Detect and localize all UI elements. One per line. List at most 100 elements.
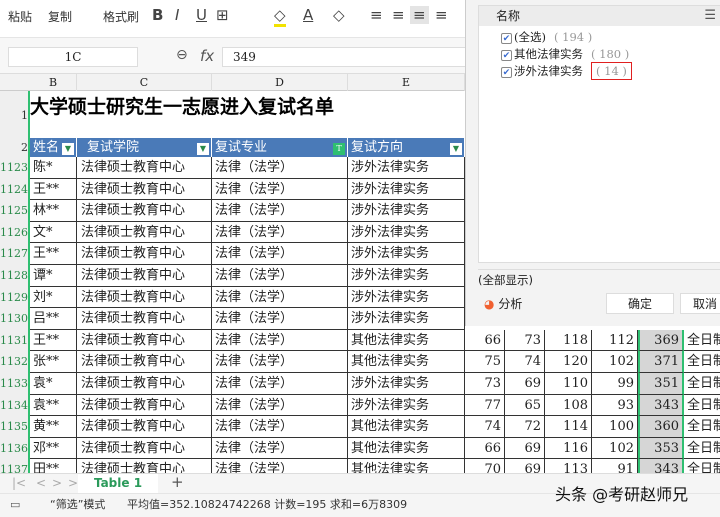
row-header[interactable]: 1131 <box>0 334 28 347</box>
align-right-icon[interactable]: ≡ <box>410 6 429 24</box>
cell-total-selected[interactable]: 351 <box>638 373 684 395</box>
filter-item-other[interactable]: ✔ 其他法律实务 ( 180 ) <box>501 46 629 62</box>
cell-score[interactable]: 75 <box>465 351 505 373</box>
header-direction[interactable]: 复试方向 ▼ <box>348 138 465 157</box>
cell-major[interactable]: 法律（法学） <box>212 286 348 309</box>
fill-color-button[interactable]: ◇ <box>274 6 286 27</box>
menu-icon[interactable]: ☰ <box>704 8 716 23</box>
cell-name[interactable]: 黄** <box>30 416 77 438</box>
cell-score[interactable]: 108 <box>545 394 592 417</box>
show-all-label[interactable]: (全部显示) <box>478 269 720 288</box>
cell-college[interactable]: 法律硕士教育中心 <box>77 243 212 265</box>
cell-direction[interactable]: 其他法律实务 <box>348 351 465 373</box>
format-painter-button[interactable]: 格式刷 <box>103 8 139 25</box>
filter-item-select-all[interactable]: ✔ (全选) ( 194 ) <box>501 29 592 45</box>
ok-button[interactable]: 确定 <box>606 293 674 314</box>
cancel-button[interactable]: 取消 <box>680 293 720 314</box>
cell-major[interactable]: 法律（法学） <box>212 416 348 438</box>
row-header[interactable]: 1132 <box>0 355 28 368</box>
cell-college[interactable]: 法律硕士教育中心 <box>77 437 212 460</box>
cell-name[interactable]: 文* <box>30 221 77 244</box>
cell-major[interactable]: 法律（法学） <box>212 308 348 330</box>
cell-direction[interactable]: 涉外法律实务 <box>348 394 465 417</box>
cell-major[interactable]: 法律（法学） <box>212 351 348 373</box>
cell-study-type[interactable]: 全日制 <box>684 395 720 417</box>
cell-college[interactable]: 法律硕士教育中心 <box>77 308 212 330</box>
underline-button[interactable]: U <box>196 6 207 24</box>
borders-button[interactable]: ⊞ <box>216 6 229 24</box>
cell-name[interactable]: 吕** <box>30 308 77 330</box>
cell-score[interactable]: 69 <box>505 373 545 395</box>
cell-score[interactable]: 77 <box>465 394 505 417</box>
row-header[interactable]: 1135 <box>0 420 28 433</box>
cell-college[interactable]: 法律硕士教育中心 <box>77 221 212 244</box>
cell-name[interactable]: 陈* <box>30 157 77 179</box>
row-header-2[interactable]: 2 <box>0 141 28 154</box>
cell-study-type[interactable]: 全日制 <box>684 416 720 438</box>
cell-score[interactable]: 73 <box>465 373 505 395</box>
cell-total-selected[interactable]: 371 <box>638 351 684 373</box>
row-header-1[interactable]: 1 <box>0 109 28 122</box>
cell-score[interactable]: 114 <box>545 416 592 438</box>
cell-score[interactable]: 66 <box>465 329 505 352</box>
cell-college[interactable]: 法律硕士教育中心 <box>77 351 212 373</box>
cell-score[interactable]: 118 <box>545 329 592 352</box>
filter-active-icon[interactable]: T <box>333 143 345 155</box>
clear-button[interactable]: ◇ <box>333 6 345 24</box>
header-name[interactable]: 姓名 ▼ <box>30 138 77 157</box>
sheet-title[interactable]: 大学硕士研究生一志愿进入复试名单 <box>30 92 334 119</box>
add-sheet-button[interactable]: + <box>171 473 184 491</box>
cell-direction[interactable]: 其他法律实务 <box>348 437 465 460</box>
cell-direction[interactable]: 涉外法律实务 <box>348 243 465 265</box>
cell-score[interactable]: 69 <box>505 437 545 460</box>
checkbox-checked-icon[interactable]: ✔ <box>501 33 512 44</box>
cell-direction[interactable]: 其他法律实务 <box>348 329 465 352</box>
cell-major[interactable]: 法律（法学） <box>212 178 348 201</box>
paste-button[interactable]: 粘贴 <box>8 8 32 25</box>
cell-college[interactable]: 法律硕士教育中心 <box>77 265 212 287</box>
cell-major[interactable]: 法律（法学） <box>212 373 348 395</box>
cell-name[interactable]: 邓** <box>30 437 77 460</box>
cell-score[interactable]: 99 <box>592 373 638 395</box>
cell-score[interactable]: 66 <box>465 437 505 460</box>
cell-name[interactable]: 刘* <box>30 286 77 309</box>
cell-major[interactable]: 法律（法学） <box>212 200 348 222</box>
cell-total-selected[interactable]: 369 <box>638 329 684 352</box>
cell-score[interactable]: 120 <box>545 351 592 373</box>
cell-direction[interactable]: 涉外法律实务 <box>348 373 465 395</box>
cell-study-type[interactable]: 全日制 <box>684 373 720 395</box>
row-header[interactable]: 1123 <box>0 161 28 174</box>
cell-total-selected[interactable]: 360 <box>638 416 684 438</box>
cell-score[interactable]: 74 <box>505 351 545 373</box>
cell-score[interactable]: 102 <box>592 437 638 460</box>
cell-score[interactable]: 116 <box>545 437 592 460</box>
cell-name[interactable]: 王** <box>30 243 77 265</box>
align-left-icon[interactable]: ≡ <box>370 6 383 24</box>
row-header[interactable]: 1133 <box>0 377 28 390</box>
row-header[interactable]: 1124 <box>0 183 28 196</box>
analyze-button[interactable]: ◕ 分析 <box>484 295 522 312</box>
cell-name[interactable]: 袁* <box>30 373 77 395</box>
status-icon[interactable]: ▭ <box>10 494 20 516</box>
column-header-b[interactable]: B <box>30 74 77 91</box>
cell-direction[interactable]: 涉外法律实务 <box>348 200 465 222</box>
row-header[interactable]: 1125 <box>0 204 28 217</box>
row-header[interactable]: 1129 <box>0 291 28 304</box>
cell-score[interactable]: 110 <box>545 373 592 395</box>
cell-direction[interactable]: 其他法律实务 <box>348 416 465 438</box>
cell-total-selected[interactable]: 353 <box>638 437 684 460</box>
filter-dropdown-icon[interactable]: ▼ <box>450 143 462 155</box>
cell-college[interactable]: 法律硕士教育中心 <box>77 286 212 309</box>
header-major[interactable]: 复试专业 T <box>212 138 348 157</box>
column-header-c[interactable]: C <box>77 74 212 91</box>
row-header[interactable]: 1126 <box>0 226 28 239</box>
cell-direction[interactable]: 涉外法律实务 <box>348 308 465 330</box>
column-header-e[interactable]: E <box>348 74 465 91</box>
fx-icon[interactable]: fx <box>200 47 214 65</box>
row-header[interactable]: 1134 <box>0 399 28 412</box>
name-box[interactable]: 1C <box>8 47 138 67</box>
bold-button[interactable]: B <box>152 6 163 24</box>
cell-score[interactable]: 112 <box>592 329 638 352</box>
cell-major[interactable]: 法律（法学） <box>212 221 348 244</box>
cell-study-type[interactable]: 全日制 <box>684 351 720 373</box>
